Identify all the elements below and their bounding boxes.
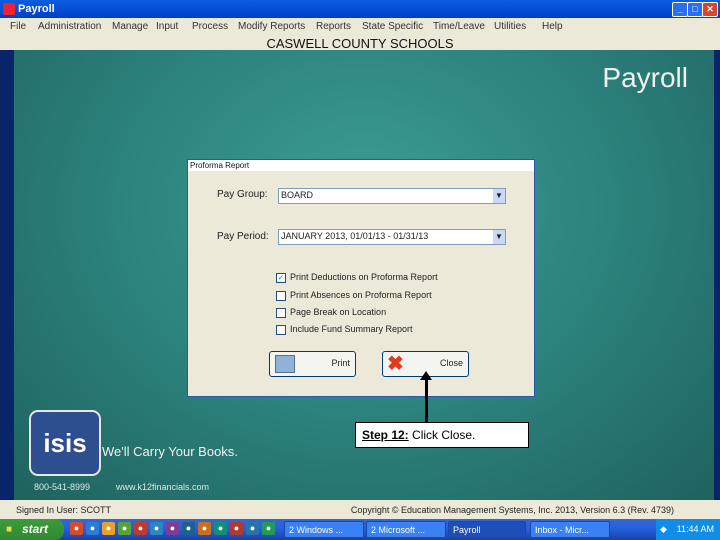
option-print-deductions[interactable]: ✓ Print Deductions on Proforma Report — [276, 272, 438, 283]
menu-process[interactable]: Process — [192, 21, 228, 32]
phone-number: 800-541-8999 — [34, 482, 91, 492]
option-fund-summary[interactable]: Include Fund Summary Report — [276, 324, 413, 335]
chevron-down-icon[interactable]: ▼ — [493, 189, 505, 203]
menu-bar: File Administration Manage Input Process… — [0, 18, 720, 36]
close-window-button[interactable]: ✕ — [702, 2, 718, 17]
print-button[interactable]: Print — [269, 351, 356, 377]
quicklaunch-icon[interactable]: ● — [214, 522, 227, 535]
proforma-report-dialog: Proforma Report Pay Group: BOARD ▼ Pay P… — [187, 159, 535, 397]
quicklaunch-icon[interactable]: ● — [150, 522, 163, 535]
step-callout: Step 12: Click Close. — [355, 422, 529, 448]
tray-icon[interactable]: ◆ — [660, 524, 667, 535]
quicklaunch-icon[interactable]: ● — [70, 522, 83, 535]
option-label: Page Break on Location — [290, 307, 387, 317]
callout-arrow-line — [425, 378, 428, 422]
menu-administration[interactable]: Administration — [38, 21, 101, 32]
pay-group-label: Pay Group: — [217, 189, 268, 200]
pay-period-value: JANUARY 2013, 01/01/13 - 01/31/13 — [281, 231, 429, 241]
option-label: Include Fund Summary Report — [290, 324, 413, 334]
option-print-absences[interactable]: Print Absences on Proforma Report — [276, 290, 432, 301]
quicklaunch-icon[interactable]: ● — [166, 522, 179, 535]
status-bar: Signed In User: SCOTT Copyright © Educat… — [0, 500, 720, 519]
dialog-title: Proforma Report — [190, 161, 250, 170]
main-panel: Payroll Proforma Report Pay Group: BOARD… — [14, 50, 714, 500]
option-label: Print Absences on Proforma Report — [290, 290, 432, 300]
printer-icon — [275, 355, 295, 373]
red-x-icon: ✖ — [387, 353, 404, 375]
pay-group-select[interactable]: BOARD ▼ — [278, 188, 506, 204]
close-button-label: Close — [439, 358, 463, 368]
tagline: We'll Carry Your Books. — [102, 444, 238, 459]
option-page-break-location[interactable]: Page Break on Location — [276, 307, 386, 318]
app-icon — [3, 3, 15, 15]
quicklaunch-icon[interactable]: ● — [182, 522, 195, 535]
district-header: CASWELL COUNTY SCHOOLS — [0, 36, 720, 51]
system-tray: ◆ 11:44 AM — [656, 519, 720, 540]
checkbox[interactable] — [276, 307, 286, 318]
quicklaunch-icon[interactable]: ● — [102, 522, 115, 535]
website-url: www.k12financials.com — [116, 482, 210, 492]
checkbox-checked[interactable]: ✓ — [276, 272, 286, 283]
start-label: start — [22, 522, 49, 536]
menu-time-leave[interactable]: Time/Leave — [433, 21, 485, 32]
signed-in-user: Signed In User: SCOTT — [16, 505, 112, 515]
payroll-banner-title: Payroll — [602, 62, 688, 93]
checkbox[interactable] — [276, 324, 286, 335]
isis-logo-text: isis — [43, 428, 87, 458]
menu-input[interactable]: Input — [156, 21, 178, 32]
window-titlebar: Payroll _ □ ✕ — [0, 0, 720, 18]
isis-logo: isis — [29, 410, 101, 476]
minimize-button[interactable]: _ — [672, 2, 688, 17]
pay-group-value: BOARD — [281, 190, 314, 200]
quicklaunch-icon[interactable]: ● — [230, 522, 243, 535]
quicklaunch-icon[interactable]: ● — [262, 522, 275, 535]
step-instruction: Click Close. — [412, 428, 476, 442]
menu-help[interactable]: Help — [542, 21, 563, 32]
quicklaunch-icon[interactable]: ● — [198, 522, 211, 535]
menu-utilities[interactable]: Utilities — [494, 21, 526, 32]
start-button[interactable]: ■ start — [0, 519, 64, 540]
menu-manage[interactable]: Manage — [112, 21, 148, 32]
pay-period-label: Pay Period: — [217, 231, 269, 242]
taskbar-button-payroll[interactable]: Payroll — [448, 521, 526, 538]
clock: 11:44 AM — [676, 524, 714, 534]
quicklaunch-icon[interactable]: ● — [118, 522, 131, 535]
copyright-text: Copyright © Education Management Systems… — [350, 505, 674, 515]
quicklaunch-icon[interactable]: ● — [246, 522, 259, 535]
print-button-label: Print — [331, 358, 350, 368]
step-number: Step 12: — [362, 428, 409, 442]
chevron-down-icon[interactable]: ▼ — [493, 230, 505, 244]
option-label: Print Deductions on Proforma Report — [290, 272, 438, 282]
taskbar-button-inbox[interactable]: Inbox - Micr... — [530, 521, 610, 538]
taskbar: ■ start ● ● ● ● ● ● ● ● ● ● ● ● ● 2 Wind… — [0, 519, 720, 540]
maximize-button[interactable]: □ — [687, 2, 703, 17]
pay-period-select[interactable]: JANUARY 2013, 01/01/13 - 01/31/13 ▼ — [278, 229, 506, 245]
menu-file[interactable]: File — [10, 21, 26, 32]
menu-modify-reports[interactable]: Modify Reports — [238, 21, 305, 32]
windows-logo-icon: ■ — [6, 524, 13, 535]
menu-state-specific[interactable]: State Specific — [362, 21, 423, 32]
window-title: Payroll — [18, 3, 55, 15]
taskbar-button-windows[interactable]: 2 Windows ... — [284, 521, 364, 538]
menu-reports[interactable]: Reports — [316, 21, 351, 32]
quicklaunch-icon[interactable]: ● — [134, 522, 147, 535]
dialog-titlebar: Proforma Report — [188, 160, 534, 171]
taskbar-button-microsoft[interactable]: 2 Microsoft ... — [366, 521, 446, 538]
checkbox[interactable] — [276, 290, 286, 301]
quicklaunch-icon[interactable]: ● — [86, 522, 99, 535]
